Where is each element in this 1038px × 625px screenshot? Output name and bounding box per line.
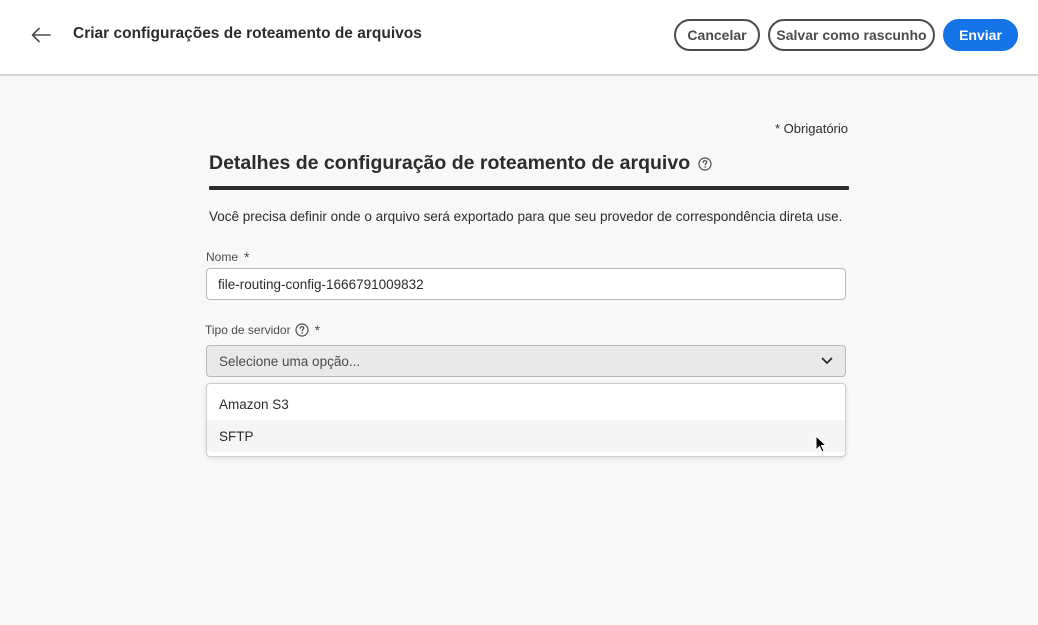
help-icon[interactable] [698,156,712,171]
menu-item-amazon-s3[interactable]: Amazon S3 [207,388,845,420]
cancel-button[interactable]: Cancelar [674,19,760,51]
name-field-label: Nome * [206,249,249,265]
header-bar: Criar configurações de roteamento de arq… [0,0,1038,76]
menu-item-sftp[interactable]: SFTP [207,420,845,452]
form-description: Você precisa definir onde o arquivo será… [209,209,843,224]
chevron-down-icon [821,357,833,365]
back-button[interactable] [28,22,54,48]
section-title-text: Detalhes de configuração de roteamento d… [209,152,691,174]
server-type-menu: Amazon S3 SFTP [206,383,846,457]
arrow-left-icon [31,27,51,43]
server-type-placeholder: Selecione uma opção... [219,353,361,369]
page-title: Criar configurações de roteamento de arq… [73,25,422,42]
save-draft-button[interactable]: Salvar como rascunho [768,19,935,51]
help-icon[interactable] [294,323,309,337]
required-marker: * [244,249,250,265]
name-input[interactable] [206,268,846,300]
section-divider [209,186,849,190]
server-type-picker[interactable]: Selecione uma opção... [206,345,846,377]
name-label-text: Nome [206,250,239,264]
section-title: Detalhes de configuração de roteamento d… [209,152,712,175]
mouse-pointer-icon [815,435,827,453]
submit-button[interactable]: Enviar [943,19,1018,51]
required-marker: * [314,322,321,338]
server-type-label-text: Tipo de servidor [205,323,291,337]
required-note: * Obrigatório [775,121,848,136]
server-type-field-label: Tipo de servidor * [205,322,320,338]
